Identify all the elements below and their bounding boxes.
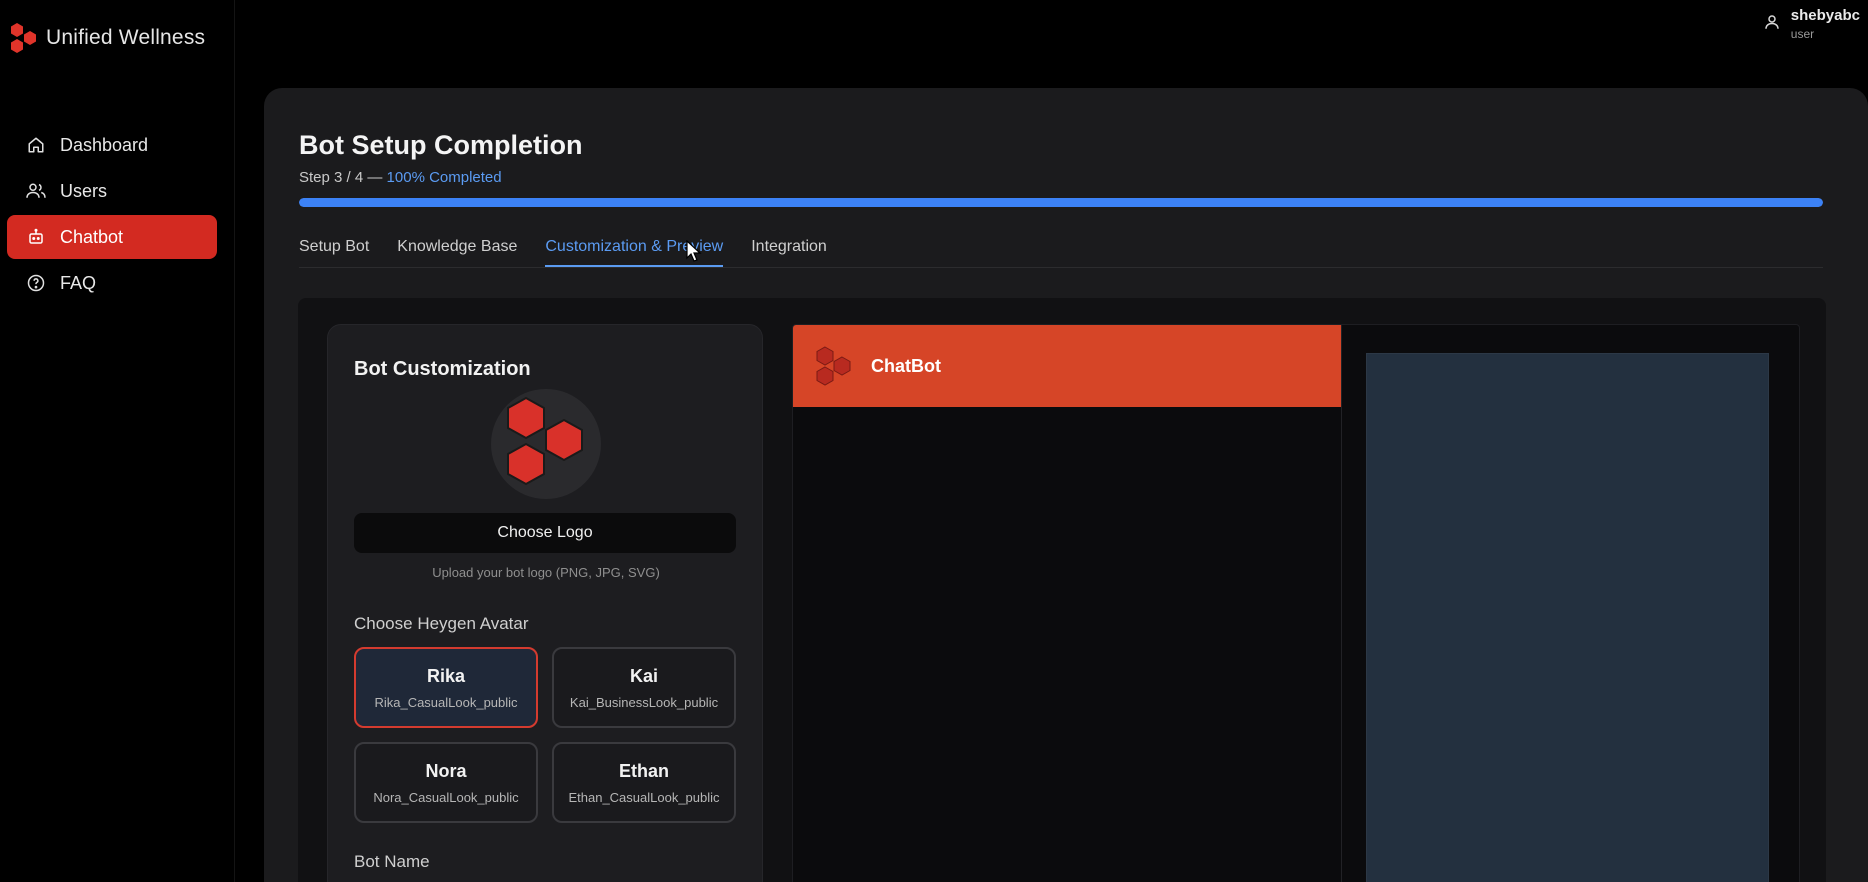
brand-name: Unified Wellness [46, 26, 206, 49]
progress-fill [299, 198, 1823, 207]
users-icon [26, 181, 46, 201]
sidebar-item-users[interactable]: Users [7, 169, 217, 213]
tab-setup-bot[interactable]: Setup Bot [299, 238, 369, 267]
chat-preview: ChatBot [792, 324, 1800, 882]
home-icon [26, 135, 46, 155]
mouse-cursor-icon [686, 240, 702, 262]
bot-customization-panel: Bot Customization Choose Logo Upload you… [327, 324, 763, 882]
avatar-id: Nora_CasualLook_public [373, 789, 519, 805]
sidebar: Unified Wellness Dashboard Users Chatbot… [0, 0, 235, 882]
sidebar-item-faq[interactable]: FAQ [7, 261, 217, 305]
bot-logo-icon [507, 396, 583, 486]
sidebar-item-dashboard[interactable]: Dashboard [7, 123, 217, 167]
avatar-section-label: Choose Heygen Avatar [354, 614, 529, 633]
completion-text: 100% Completed [386, 169, 502, 186]
avatar-option-nora[interactable]: Nora Nora_CasualLook_public [354, 742, 538, 823]
choose-logo-button[interactable]: Choose Logo [354, 513, 736, 553]
sidebar-item-label: Dashboard [60, 134, 149, 155]
user-icon [1763, 13, 1781, 36]
avatar-id: Kai_BusinessLook_public [569, 694, 719, 710]
main-card: Bot Setup Completion Step 3 / 4 — 100% C… [264, 88, 1868, 882]
progress-bar [299, 198, 1823, 207]
upload-hint: Upload your bot logo (PNG, JPG, SVG) [432, 565, 660, 580]
avatar-option-rika[interactable]: Rika Rika_CasualLook_public [354, 647, 538, 728]
sidebar-item-chatbot[interactable]: Chatbot [7, 215, 217, 259]
avatar-option-kai[interactable]: Kai Kai_BusinessLook_public [552, 647, 736, 728]
sidebar-item-label: Users [60, 180, 108, 201]
avatar-grid: Rika Rika_CasualLook_public Kai Kai_Busi… [354, 647, 736, 823]
chat-logo-icon [816, 346, 851, 386]
chat-title: ChatBot [871, 355, 941, 376]
bot-logo-preview [491, 389, 601, 499]
user-menu[interactable]: shebyabc user [1763, 7, 1860, 41]
avatar-name: Ethan [618, 760, 669, 781]
brand-logo-icon [11, 23, 36, 53]
tab-integration[interactable]: Integration [751, 238, 827, 267]
tab-knowledge-base[interactable]: Knowledge Base [397, 238, 517, 267]
avatar-option-ethan[interactable]: Ethan Ethan_CasualLook_public [552, 742, 736, 823]
avatar-id: Ethan_CasualLook_public [568, 789, 720, 805]
help-icon [26, 273, 46, 293]
avatar-name: Nora [425, 760, 467, 781]
page-title: Bot Setup Completion [299, 130, 583, 160]
avatar-name: Kai [629, 665, 658, 686]
sidebar-item-label: FAQ [60, 272, 97, 293]
avatar-id: Rika_CasualLook_public [374, 694, 518, 710]
tab-bar: Setup Bot Knowledge Base Customization &… [299, 238, 1823, 268]
step-text: Step 3 / 4 — [299, 169, 387, 186]
customization-title: Bot Customization [354, 358, 531, 380]
user-role: user [1790, 27, 1815, 41]
step-indicator: Step 3 / 4 — 100% Completed [299, 169, 502, 186]
bot-icon [26, 227, 46, 247]
brand[interactable]: Unified Wellness [8, 22, 205, 54]
sidebar-nav: Dashboard Users Chatbot FAQ [7, 123, 217, 307]
chat-header: ChatBot [793, 325, 1341, 407]
sidebar-item-label: Chatbot [60, 226, 124, 247]
tab-content: Bot Customization Choose Logo Upload you… [298, 298, 1826, 882]
chat-divider [1341, 325, 1342, 882]
bot-name-label: Bot Name [354, 852, 430, 871]
avatar-name: Rika [426, 665, 466, 686]
user-name: shebyabc [1790, 7, 1860, 24]
user-info: shebyabc user [1791, 7, 1860, 41]
avatar-video-panel [1366, 353, 1769, 882]
